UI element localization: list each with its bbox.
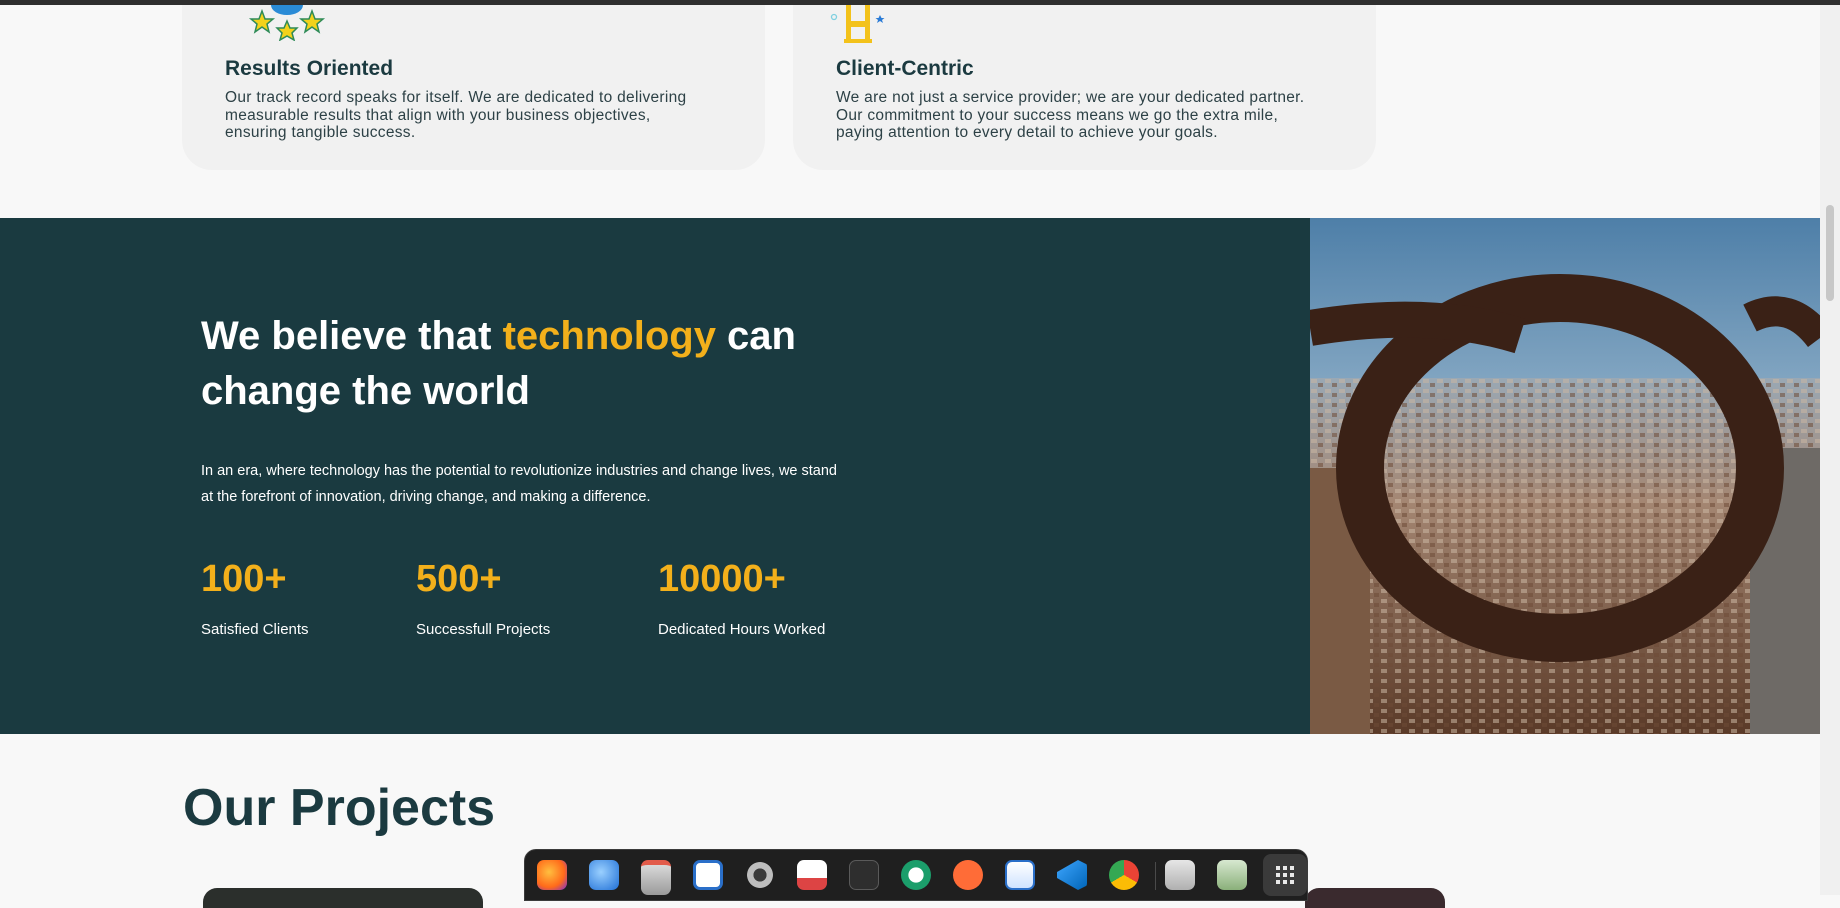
stat-value: 500+: [416, 558, 502, 600]
scrollbar-thumb[interactable]: [1826, 205, 1834, 301]
projects-title: Our Projects: [183, 779, 496, 837]
headline-accent: technology: [502, 314, 716, 358]
settings-icon[interactable]: [745, 860, 775, 890]
city-through-glasses-image: [1310, 218, 1820, 734]
project-card[interactable]: [203, 888, 483, 908]
page-scrollbar[interactable]: [1820, 5, 1840, 895]
stat-label: Satisfied Clients: [201, 621, 309, 638]
mission-headline: We believe that technology can change th…: [201, 314, 796, 413]
trophy-icon: [830, 5, 885, 43]
trash-icon[interactable]: [1217, 860, 1247, 890]
thunderbird-icon[interactable]: [589, 860, 619, 890]
project-card[interactable]: [1305, 888, 1445, 908]
stat-label: Dedicated Hours Worked: [658, 621, 826, 638]
feature-card-results-oriented: Results Oriented Our track record speaks…: [182, 5, 765, 170]
chrome-icon[interactable]: [1109, 860, 1139, 890]
files-icon[interactable]: [641, 860, 671, 895]
document-viewer-icon[interactable]: [797, 860, 827, 890]
taskbar-dock: [524, 849, 1308, 901]
vscode-icon[interactable]: [1057, 860, 1087, 890]
firefox-icon[interactable]: [537, 860, 567, 890]
stat-label: Successfull Projects: [416, 621, 551, 638]
stat-value: 100+: [201, 558, 287, 600]
feature-card-client-centric: Client-Centric We are not just a service…: [793, 5, 1376, 170]
feature-title: Results Oriented: [225, 57, 394, 80]
image-viewer-icon[interactable]: [1165, 860, 1195, 890]
feature-description: We are not just a service provider; we a…: [836, 89, 1305, 141]
text-editor-icon[interactable]: [1005, 860, 1035, 890]
feature-description: Our track record speaks for itself. We a…: [225, 89, 687, 141]
stat-value: 10000+: [658, 558, 786, 600]
app-grid-dots-icon: [1276, 866, 1294, 884]
terminal-icon[interactable]: [849, 860, 879, 890]
writer-icon[interactable]: [693, 860, 723, 890]
postman-icon[interactable]: [953, 860, 983, 890]
mission-description: In an era, where technology has the pote…: [201, 463, 837, 505]
glasses-photo-illustration: [1310, 218, 1820, 734]
medal-stars-icon: [248, 5, 326, 41]
feature-title: Client-Centric: [836, 57, 974, 80]
dock-separator: [1155, 862, 1156, 890]
app-grid-icon[interactable]: [1263, 854, 1307, 896]
remote-desktop-icon[interactable]: [901, 860, 931, 890]
